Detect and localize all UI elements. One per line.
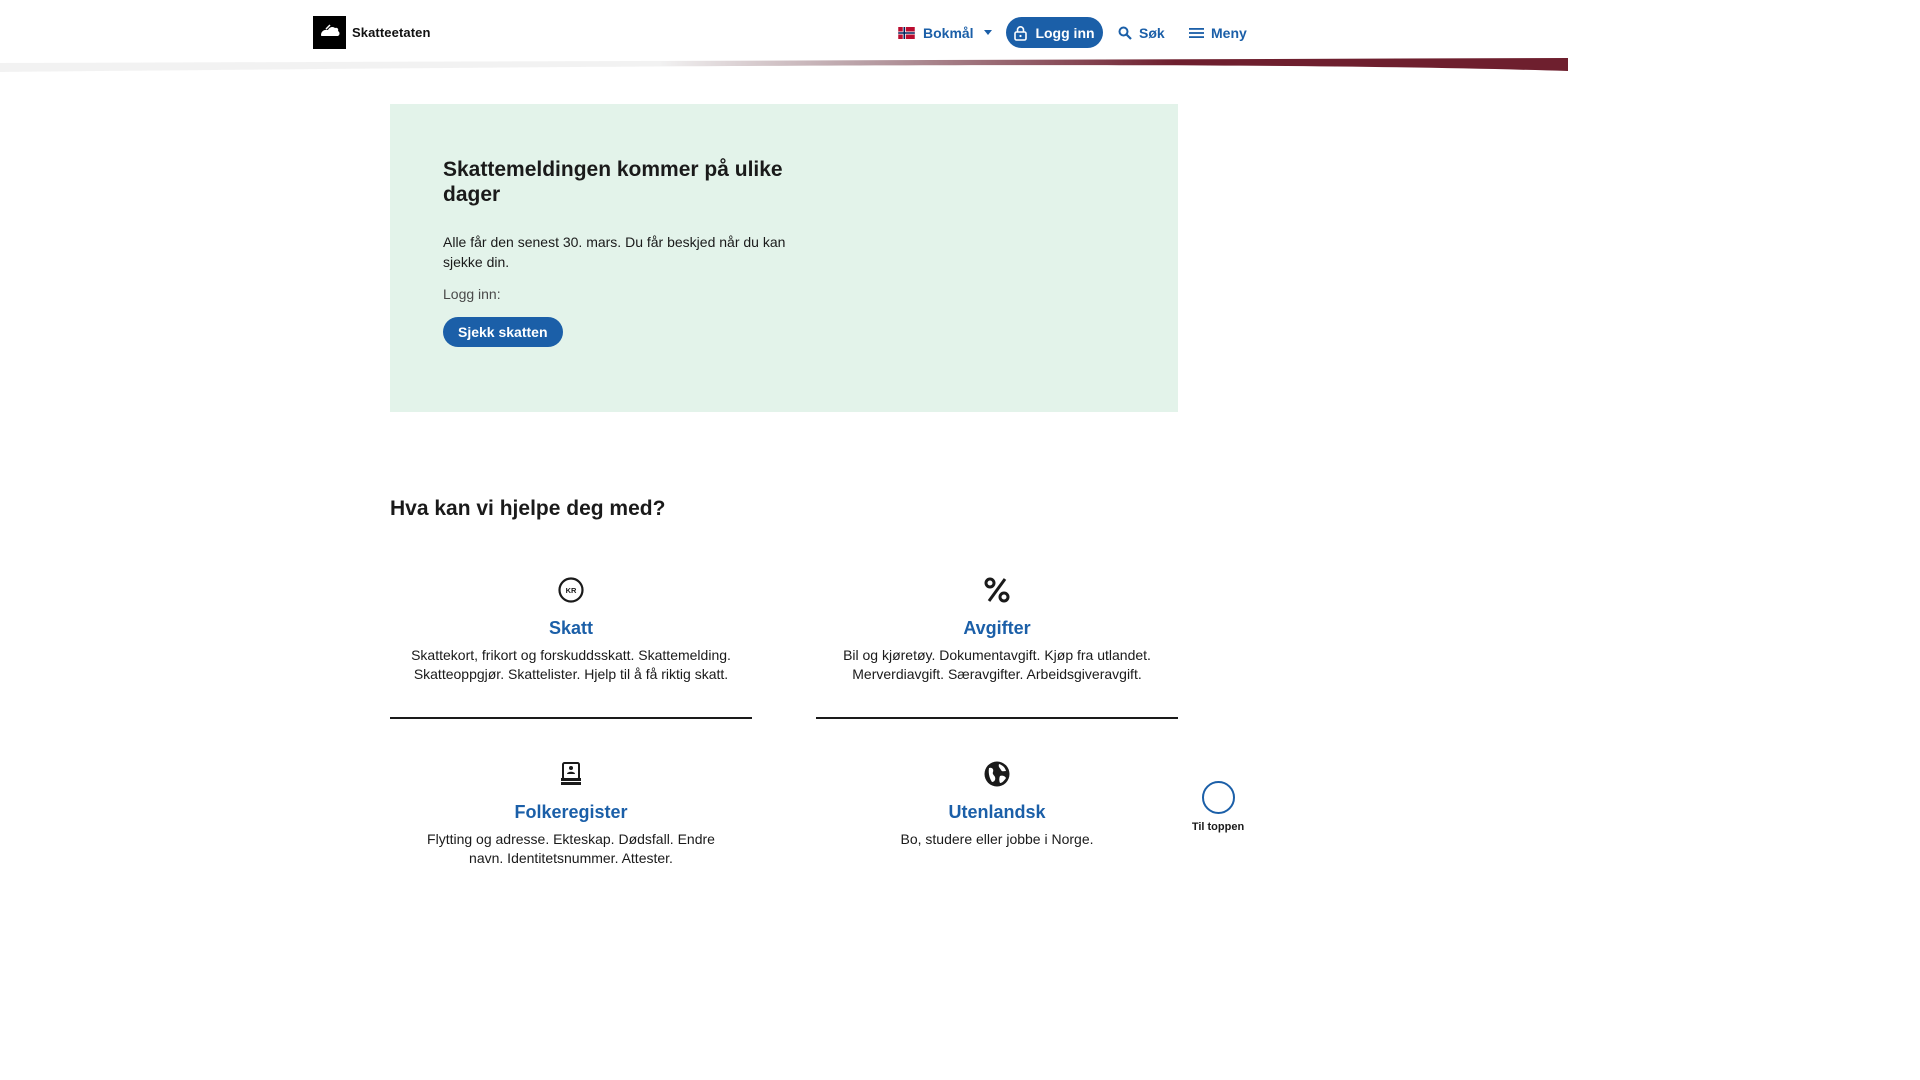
language-selector[interactable]: Bokmål <box>898 17 992 48</box>
registry-icon <box>561 762 581 785</box>
logo-text: Skatteetaten <box>352 25 431 40</box>
tile-skatt[interactable]: KR Skatt Skattekort, frikort og forskudd… <box>390 576 752 684</box>
tile-description: Flytting og adresse. Ekteskap. Dødsfall.… <box>427 831 715 866</box>
hamburger-menu-icon <box>1189 27 1204 38</box>
svg-text:KR: KR <box>566 586 577 595</box>
language-label: Bokmål <box>923 24 974 41</box>
percent-icon <box>984 577 1010 603</box>
tile-divider <box>816 717 1178 719</box>
kr-coin-icon: KR <box>558 577 584 603</box>
tile-title: Avgifter <box>963 618 1031 638</box>
tile-divider <box>390 717 752 719</box>
notice-login-label: Logg inn: <box>443 286 501 302</box>
login-button[interactable]: Logg inn <box>1006 17 1103 48</box>
check-tax-button[interactable]: Sjekk skatten <box>443 317 563 347</box>
chevron-down-icon <box>983 30 992 35</box>
search-icon <box>1118 26 1132 40</box>
search-label: Søk <box>1139 24 1165 41</box>
login-label: Logg inn <box>1035 24 1095 41</box>
tile-title: Folkeregister <box>514 802 628 822</box>
help-section-title: Hva kan vi hjelpe deg med? <box>390 497 666 520</box>
tile-description: Bil og kjøretøy. Dokumentavgift. Kjøp fr… <box>843 647 1151 682</box>
lock-icon <box>1014 25 1028 41</box>
back-to-top-label: Til toppen <box>1191 821 1245 833</box>
tile-title: Skatt <box>548 618 593 638</box>
header-swoosh-decoration <box>0 58 1568 72</box>
globe-icon <box>984 761 1010 787</box>
site-header: Skatteetaten Bokmål Logg inn Søk Meny <box>0 0 1568 64</box>
tile-utenlandsk[interactable]: Utenlandsk Bo, studere eller jobbe i Nor… <box>816 760 1178 849</box>
menu-label: Meny <box>1211 24 1247 41</box>
tile-description: Bo, studere eller jobbe i Norge. <box>900 831 1094 847</box>
back-to-top-circle-icon <box>1201 781 1235 814</box>
back-to-top-button[interactable]: Til toppen <box>1190 781 1246 833</box>
tax-return-notice-card: Skattemeldingen kommer på ulike dager Al… <box>390 104 1178 412</box>
notice-title: Skattemeldingen kommer på ulike dager <box>443 158 783 206</box>
norway-flag-icon <box>898 26 915 39</box>
skatteetaten-logo-icon <box>313 16 346 49</box>
tile-description: Skattekort, frikort og forskuddsskatt. S… <box>411 647 731 682</box>
tile-folkeregister[interactable]: Folkeregister Flytting og adresse. Ektes… <box>390 760 752 868</box>
search-button[interactable]: Søk <box>1118 17 1165 48</box>
tile-avgifter[interactable]: Avgifter Bil og kjøretøy. Dokumentavgift… <box>816 576 1178 684</box>
logo-link[interactable]: Skatteetaten <box>313 16 431 49</box>
notice-text: Alle får den senest 30. mars. Du får bes… <box>443 234 786 270</box>
menu-button[interactable]: Meny <box>1189 17 1247 48</box>
tile-title: Utenlandsk <box>948 802 1046 822</box>
